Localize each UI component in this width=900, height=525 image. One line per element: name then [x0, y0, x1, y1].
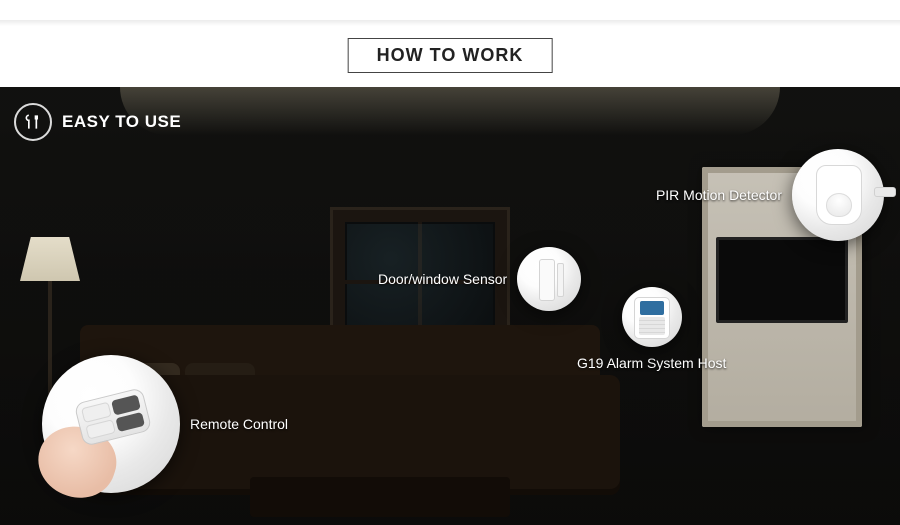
callout-label: G19 Alarm System Host — [577, 355, 726, 371]
remote-body-icon — [74, 387, 153, 447]
header-band: HOW TO WORK — [0, 0, 900, 87]
callout-label: Remote Control — [190, 416, 288, 432]
coffee-table — [250, 477, 510, 517]
callout-alarm-host: G19 Alarm System Host — [577, 287, 726, 371]
callout-remote-control: Remote Control — [42, 355, 288, 493]
tools-icon — [14, 103, 52, 141]
floor-lamp-shade — [20, 237, 80, 281]
callout-door-window-sensor: Door/window Sensor — [378, 247, 581, 311]
callout-label: Door/window Sensor — [378, 271, 507, 287]
alarm-host-icon — [622, 287, 682, 347]
remote-control-icon — [42, 355, 180, 493]
door-window-sensor-icon — [517, 247, 581, 311]
divider-shadow — [0, 20, 900, 26]
tv-screen — [716, 237, 848, 323]
hero-image: EASY TO USE PIR Motion Detector Door/win… — [0, 87, 900, 525]
callout-pir: PIR Motion Detector — [656, 149, 884, 241]
pir-motion-detector-icon — [792, 149, 884, 241]
callout-label: PIR Motion Detector — [656, 187, 782, 203]
page: HOW TO WORK EASY TO USE PIR Motion Detec… — [0, 0, 900, 525]
ceiling-light — [120, 87, 780, 135]
section-title: HOW TO WORK — [348, 38, 553, 73]
easy-to-use-label: EASY TO USE — [62, 112, 181, 132]
section-title-text: HOW TO WORK — [377, 45, 524, 65]
easy-to-use-badge: EASY TO USE — [14, 103, 181, 141]
